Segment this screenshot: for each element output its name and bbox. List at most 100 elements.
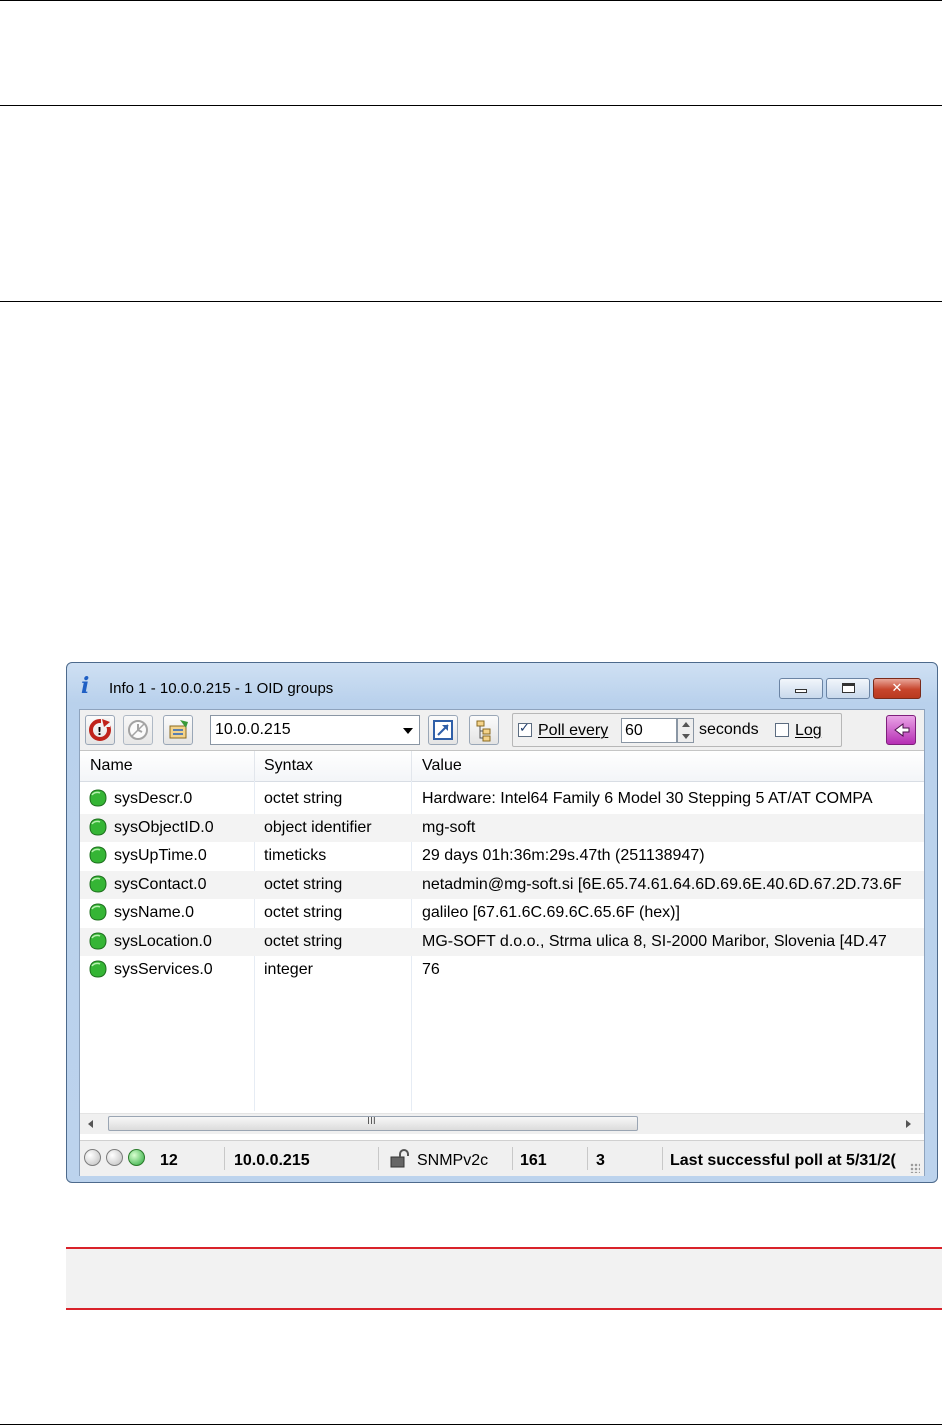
- cell-value: 29 days 01h:36m:29s.47th (251138947): [422, 847, 705, 864]
- status-bar: 12 10.0.0.215 SNMPv2c 161 3 Last success…: [80, 1140, 924, 1176]
- log-label[interactable]: Log: [795, 722, 822, 740]
- status-message: Last successful poll at 5/31/2(: [670, 1152, 896, 1169]
- send-icon: [894, 723, 910, 737]
- mib-tree-button[interactable]: [469, 715, 499, 745]
- cell-syntax: octet string: [264, 932, 343, 950]
- page-rule-1: [0, 105, 942, 106]
- horizontal-scrollbar[interactable]: III: [80, 1113, 924, 1134]
- table-row[interactable]: sysDescr.0 octet string Hardware: Intel64 …: [80, 785, 924, 813]
- svg-text:!: !: [97, 725, 102, 738]
- table-row[interactable]: sysObjectID.0 object identifier mg-soft: [80, 813, 924, 842]
- cell-value: 76: [422, 961, 440, 978]
- page-rule-top: [0, 0, 942, 1]
- status-divider: [512, 1147, 513, 1170]
- cell-syntax: integer: [264, 961, 313, 978]
- list-header: Name Syntax Value: [80, 751, 924, 782]
- poll-label[interactable]: Poll every: [538, 722, 608, 740]
- cell-syntax: object identifier: [264, 818, 372, 836]
- cell-name: sysServices.0: [114, 961, 213, 978]
- toolbar: ! 10.0.0.215 ✓ Poll every 60 seconds Log: [80, 710, 924, 750]
- info-window: i Info 1 - 10.0.0.215 - 1 OID groups ✕ !: [66, 662, 938, 1183]
- column-header-name[interactable]: Name: [90, 757, 133, 775]
- title-bar[interactable]: i Info 1 - 10.0.0.215 - 1 OID groups ✕: [67, 663, 937, 709]
- properties-button[interactable]: [163, 715, 193, 745]
- close-button[interactable]: ✕: [873, 678, 921, 699]
- spin-down-icon[interactable]: [682, 734, 690, 739]
- cell-value: netadmin@mg-soft.si [6E.65.74.61.64.6D.6…: [422, 875, 902, 893]
- seconds-label: seconds: [699, 721, 759, 738]
- table-row[interactable]: sysUpTime.0 timeticks 29 days 01h:36m:29s.…: [80, 842, 924, 870]
- spin-up-icon[interactable]: [682, 722, 690, 727]
- cell-name: sysContact.0: [114, 875, 207, 893]
- oid-node-icon: [89, 931, 107, 950]
- window-client: ! 10.0.0.215 ✓ Poll every 60 seconds Log…: [79, 709, 925, 1176]
- poll-checkbox[interactable]: [518, 720, 532, 737]
- host-combobox[interactable]: 10.0.0.215: [210, 715, 420, 745]
- note-box: [66, 1247, 942, 1310]
- cell-syntax: timeticks: [264, 847, 327, 864]
- scrollbar-thumb[interactable]: III: [108, 1116, 638, 1131]
- tree-icon: [476, 720, 491, 742]
- scroll-right-icon[interactable]: [906, 1120, 911, 1128]
- status-divider: [378, 1147, 379, 1170]
- column-header-syntax[interactable]: Syntax: [264, 757, 313, 775]
- close-icon: ✕: [891, 681, 903, 696]
- oid-node-icon: [89, 789, 107, 807]
- cell-name: sysDescr.0: [114, 790, 193, 807]
- oid-node-icon: [89, 960, 107, 978]
- cell-value: mg-soft: [422, 818, 476, 836]
- stop-polling-button[interactable]: [123, 715, 153, 745]
- chevron-down-icon[interactable]: [403, 728, 413, 734]
- status-host: 10.0.0.215: [234, 1152, 310, 1169]
- maximize-button[interactable]: [826, 678, 870, 699]
- cell-syntax: octet string: [264, 904, 343, 921]
- oid-node-icon: [89, 874, 107, 893]
- info-icon: i: [81, 673, 90, 699]
- cell-name: sysName.0: [114, 904, 195, 921]
- table-row[interactable]: sysLocation.0 octet string MG-SOFT d.o.o.,…: [80, 927, 924, 956]
- poll-interval-input[interactable]: 60: [621, 718, 677, 743]
- status-led-gray-icon: [106, 1149, 123, 1166]
- cell-value: galileo [67.61.6C.69.6C.65.6F (hex)]: [422, 904, 680, 921]
- status-retries: 3: [596, 1152, 605, 1169]
- cell-syntax: octet string: [264, 790, 343, 807]
- poll-interval-spinner[interactable]: [677, 718, 694, 743]
- cell-value: MG-SOFT d.o.o., Strma ulica 8, SI-2000 M…: [422, 932, 887, 950]
- query-icon: [433, 720, 453, 740]
- status-led-green-icon: [128, 1149, 145, 1166]
- refresh-icon: !: [89, 718, 111, 741]
- window-title: Info 1 - 10.0.0.215 - 1 OID groups: [109, 680, 334, 697]
- maximize-icon: [842, 683, 855, 693]
- clock-icon: [128, 720, 148, 740]
- oid-node-icon: [89, 903, 107, 921]
- column-divider[interactable]: [254, 751, 255, 781]
- table-row[interactable]: sysServices.0 integer 76: [80, 956, 924, 984]
- oid-node-icon: [89, 817, 107, 836]
- status-led-gray-icon: [84, 1149, 101, 1166]
- page-rule-2: [0, 301, 942, 302]
- poll-group: Poll every 60 seconds Log: [512, 713, 842, 747]
- column-divider[interactable]: [411, 751, 412, 781]
- table-row[interactable]: sysName.0 octet string galileo [67.61.6C.6…: [80, 899, 924, 927]
- minimize-button[interactable]: [779, 678, 823, 699]
- scrollbar-grip: III: [367, 1116, 376, 1127]
- table-row[interactable]: sysContact.0 octet string netadmin@mg-soft…: [80, 870, 924, 899]
- column-header-value[interactable]: Value: [422, 757, 462, 775]
- scroll-left-icon[interactable]: [88, 1120, 93, 1128]
- cell-name: sysUpTime.0: [114, 847, 207, 864]
- status-port: 161: [520, 1152, 547, 1169]
- oid-node-icon: [89, 846, 107, 864]
- snmp-query-button[interactable]: [428, 715, 458, 745]
- cell-value: Hardware: Intel64 Family 6 Model 30 Step…: [422, 790, 873, 807]
- log-checkbox[interactable]: [775, 723, 789, 737]
- status-divider: [224, 1147, 225, 1170]
- lock-icon: [390, 1149, 409, 1168]
- refresh-button[interactable]: !: [85, 715, 115, 745]
- send-button[interactable]: [886, 715, 916, 745]
- oid-list[interactable]: Name Syntax Value sysDescr.0 octet string…: [80, 750, 924, 1141]
- resize-grip-icon[interactable]: [910, 1163, 920, 1173]
- cell-name: sysLocation.0: [114, 932, 212, 950]
- status-divider: [662, 1147, 663, 1170]
- properties-icon: [169, 720, 188, 739]
- cell-name: sysObjectID.0: [114, 818, 214, 836]
